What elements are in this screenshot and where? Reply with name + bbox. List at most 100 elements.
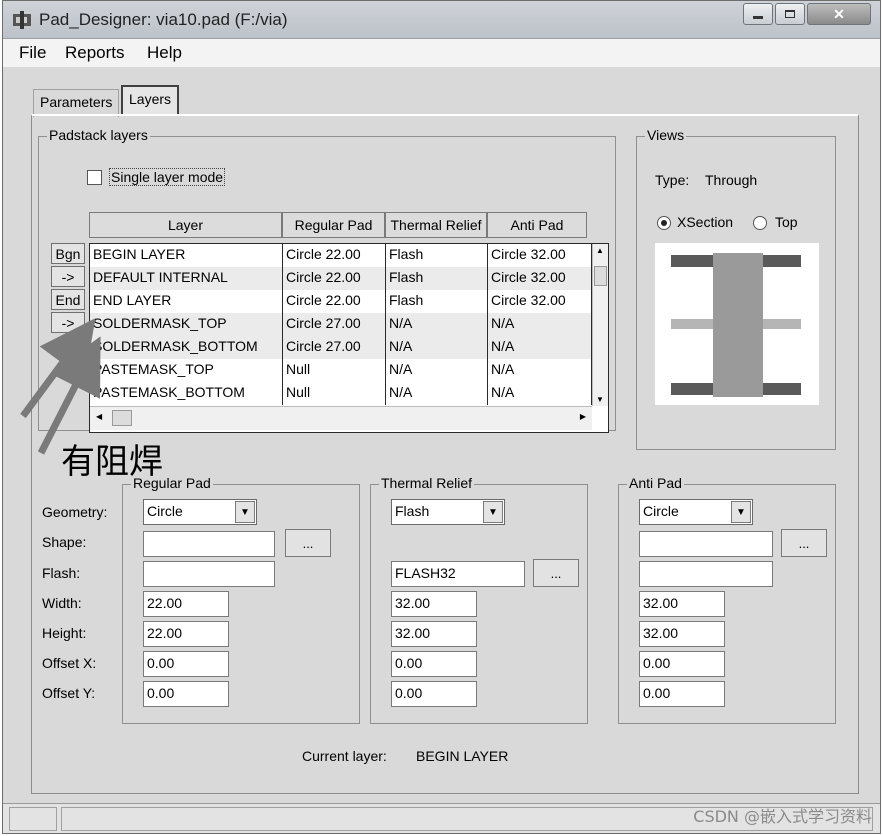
column-header-anti-pad[interactable]: Anti Pad: [487, 212, 587, 238]
type-value: Through: [705, 172, 758, 188]
anti-pad-cell: Circle 32.00: [488, 267, 592, 290]
scroll-thumb[interactable]: [112, 410, 132, 426]
single-layer-mode-checkbox[interactable]: [87, 170, 102, 185]
end-button[interactable]: End: [51, 289, 85, 310]
xsection-label: XSection: [677, 214, 734, 230]
chevron-down-icon[interactable]: ▼: [731, 501, 751, 523]
flash-label: Flash:: [42, 565, 81, 581]
close-icon: ✕: [833, 5, 845, 22]
regular-geometry-select[interactable]: Circle ▼: [143, 499, 257, 525]
thermal-relief-cell: N/A: [386, 359, 488, 382]
thermal-offset-x-field[interactable]: 0.00: [391, 651, 477, 677]
thermal-width-field[interactable]: 32.00: [391, 591, 477, 617]
anti-pad-cell: N/A: [488, 336, 592, 359]
regular-shape-browse-button[interactable]: ...: [285, 529, 331, 557]
thermal-offset-y-field[interactable]: 0.00: [391, 681, 477, 707]
minimize-icon: [753, 15, 763, 19]
anti-pad-title: Anti Pad: [627, 475, 684, 491]
layer-cell: BEGIN LAYER: [90, 244, 283, 267]
tab-layers[interactable]: Layers: [121, 85, 180, 115]
anti-height-field[interactable]: 32.00: [639, 621, 725, 647]
regular-flash-field[interactable]: [143, 561, 275, 587]
table-row[interactable]: END LAYER Circle 22.00 Flash Circle 32.0…: [90, 290, 592, 313]
top-label: Top: [775, 214, 798, 230]
column-header-thermal-relief[interactable]: Thermal Relief: [385, 212, 487, 238]
soldermask-arrow-button[interactable]: ->: [51, 312, 85, 333]
single-layer-mode-label: Single layer mode: [109, 168, 226, 186]
regular-pad-cell: Circle 27.00: [283, 336, 386, 359]
padstack-layers-group: Padstack layers Single layer mode Layer …: [38, 127, 616, 433]
tab-parameters[interactable]: Parameters: [33, 89, 120, 117]
layer-nav-buttons: Bgn -> End ->: [51, 243, 87, 413]
table-row[interactable]: SOLDERMASK_BOTTOM Circle 27.00 N/A N/A: [90, 336, 592, 359]
regular-pad-cell: Circle 22.00: [283, 290, 386, 313]
scroll-left-icon[interactable]: ◀: [96, 412, 102, 421]
regular-geometry-value: Circle: [147, 503, 183, 519]
minimize-button[interactable]: [743, 3, 773, 25]
table-row[interactable]: SOLDERMASK_TOP Circle 27.00 N/A N/A: [90, 313, 592, 336]
anti-offset-y-field[interactable]: 0.00: [639, 681, 725, 707]
title-bar[interactable]: Pad_Designer: via10.pad (F:/via) ✕: [3, 1, 880, 39]
anti-pad-cell: N/A: [488, 359, 592, 382]
geometry-label: Geometry:: [42, 504, 108, 520]
window-title: Pad_Designer: via10.pad (F:/via): [39, 10, 288, 29]
xsection-preview: [655, 243, 819, 405]
anti-shape-field[interactable]: [639, 531, 773, 557]
menu-reports[interactable]: Reports: [65, 43, 125, 63]
scroll-thumb[interactable]: [594, 266, 607, 286]
maximize-button[interactable]: [775, 3, 805, 25]
bgn-button[interactable]: Bgn: [51, 243, 85, 264]
anti-flash-field[interactable]: [639, 561, 773, 587]
thermal-relief-cell: N/A: [386, 313, 488, 336]
xsection-radio[interactable]: [657, 216, 671, 230]
type-label: Type:: [655, 172, 690, 188]
regular-shape-field[interactable]: [143, 531, 275, 557]
layer-cell: SOLDERMASK_TOP: [90, 313, 283, 336]
views-group: Views Type: Through XSection Top: [636, 127, 836, 450]
menu-bar: File Reports Help: [3, 39, 880, 67]
anti-pad-cell: Circle 32.00: [488, 290, 592, 313]
watermark: CSDN @嵌入式学习资料: [693, 807, 872, 826]
chevron-down-icon[interactable]: ▼: [235, 501, 255, 523]
anti-width-field[interactable]: 32.00: [639, 591, 725, 617]
thermal-geometry-select[interactable]: Flash ▼: [391, 499, 505, 525]
menu-file[interactable]: File: [19, 43, 46, 63]
anti-pad-cell: N/A: [488, 313, 592, 336]
chevron-down-icon[interactable]: ▼: [483, 501, 503, 523]
layer-cell: DEFAULT INTERNAL: [90, 267, 283, 290]
regular-offset-y-field[interactable]: 0.00: [143, 681, 229, 707]
width-label: Width:: [42, 595, 82, 611]
column-header-regular-pad[interactable]: Regular Pad: [282, 212, 385, 238]
next-layer-button[interactable]: ->: [51, 266, 85, 287]
table-row[interactable]: PASTEMASK_TOP Null N/A N/A: [90, 359, 592, 382]
thermal-height-field[interactable]: 32.00: [391, 621, 477, 647]
anti-geometry-select[interactable]: Circle ▼: [639, 499, 753, 525]
table-row[interactable]: DEFAULT INTERNAL Circle 22.00 Flash Circ…: [90, 267, 592, 290]
layer-cell: END LAYER: [90, 290, 283, 313]
regular-width-field[interactable]: 22.00: [143, 591, 229, 617]
scroll-up-icon[interactable]: ▲: [596, 246, 604, 255]
scroll-right-icon[interactable]: ▶: [580, 412, 586, 421]
app-icon: [13, 11, 31, 29]
menu-help[interactable]: Help: [147, 43, 182, 63]
top-radio[interactable]: [753, 216, 767, 230]
thermal-relief-cell: N/A: [386, 382, 488, 405]
regular-pad-cell: Circle 22.00: [283, 244, 386, 267]
anti-offset-x-field[interactable]: 0.00: [639, 651, 725, 677]
regular-height-field[interactable]: 22.00: [143, 621, 229, 647]
status-pane-1: [9, 807, 57, 831]
thermal-flash-browse-button[interactable]: ...: [533, 559, 579, 587]
grid-horizontal-scrollbar[interactable]: ◀ ▶: [90, 406, 592, 430]
table-row[interactable]: PASTEMASK_BOTTOM Null N/A N/A: [90, 382, 592, 405]
regular-pad-cell: Circle 27.00: [283, 313, 386, 336]
views-title: Views: [645, 127, 687, 143]
offset-y-label: Offset Y:: [42, 685, 96, 701]
regular-offset-x-field[interactable]: 0.00: [143, 651, 229, 677]
thermal-flash-field[interactable]: FLASH32: [391, 561, 525, 587]
close-button[interactable]: ✕: [807, 3, 871, 25]
table-row[interactable]: BEGIN LAYER Circle 22.00 Flash Circle 32…: [90, 244, 592, 267]
scroll-down-icon[interactable]: ▼: [596, 395, 604, 404]
grid-vertical-scrollbar[interactable]: ▲ ▼: [592, 244, 608, 406]
anti-shape-browse-button[interactable]: ...: [781, 529, 827, 557]
column-header-layer[interactable]: Layer: [89, 212, 282, 238]
